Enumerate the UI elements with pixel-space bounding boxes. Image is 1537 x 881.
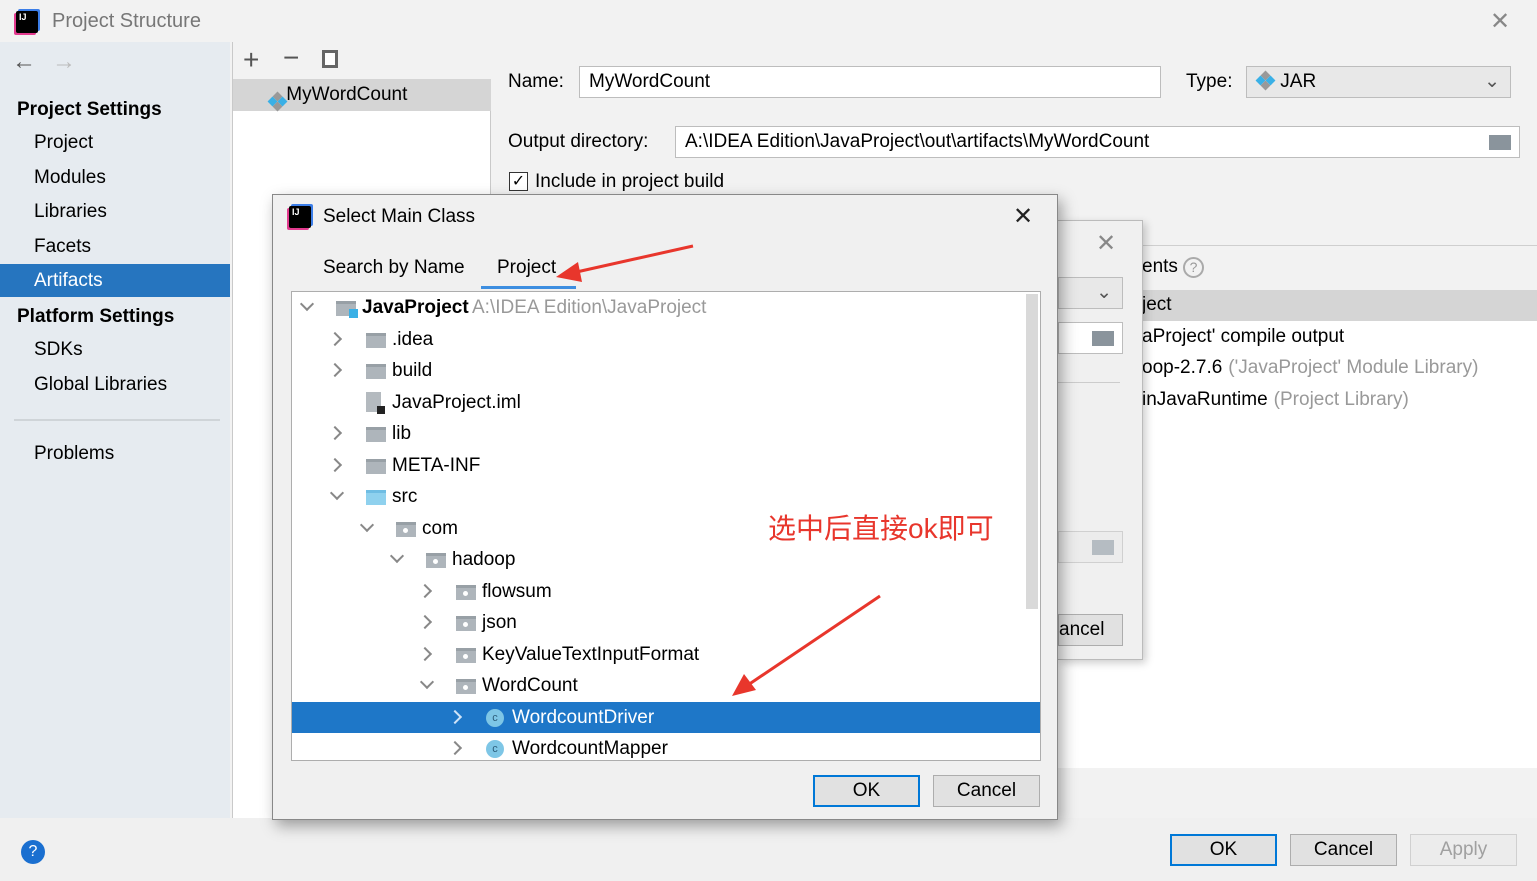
arrow-to-project-tab: [556, 244, 694, 282]
annotation-arrows: [556, 244, 881, 696]
arrow-to-wordcountdriver: [732, 594, 881, 696]
